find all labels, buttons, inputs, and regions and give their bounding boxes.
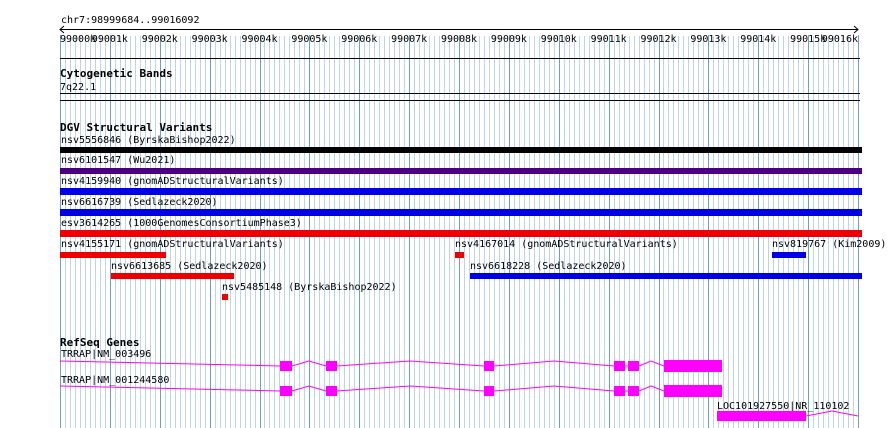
dgv-variant-bar bbox=[111, 273, 234, 279]
gene-intron-line bbox=[59, 360, 665, 367]
dgv-variant-bar bbox=[60, 209, 862, 216]
gene-exon bbox=[614, 386, 625, 396]
gene-intron-line bbox=[805, 410, 859, 417]
gene-exon bbox=[628, 361, 639, 371]
gene-exon bbox=[717, 411, 806, 421]
dgv-variant-bar bbox=[455, 252, 464, 258]
gene-exon bbox=[628, 386, 639, 396]
gene-exon bbox=[484, 361, 494, 371]
dgv-variant-bar bbox=[470, 273, 862, 279]
gene-exon bbox=[326, 361, 337, 371]
dgv-variant-bar bbox=[772, 252, 806, 258]
gene-intron-line bbox=[59, 385, 665, 392]
gene-exon bbox=[664, 360, 722, 372]
dgv-variant-bar bbox=[222, 294, 228, 300]
gene-exon bbox=[280, 361, 292, 371]
dgv-variant-bar bbox=[60, 147, 862, 153]
track-features bbox=[59, 25, 862, 421]
dgv-variant-bar bbox=[60, 168, 862, 174]
gene-exon bbox=[664, 385, 722, 397]
gene-exon bbox=[326, 386, 337, 396]
gene-exon bbox=[614, 361, 625, 371]
genome-browser-view[interactable]: chr7:98999684..99016092 99000k 99001k 9900… bbox=[0, 0, 890, 428]
dgv-variant-bar bbox=[60, 252, 166, 258]
gene-exon bbox=[280, 386, 292, 396]
gene-exon bbox=[484, 386, 494, 396]
dgv-variant-bar bbox=[60, 230, 862, 237]
dgv-variant-bar bbox=[60, 188, 862, 195]
